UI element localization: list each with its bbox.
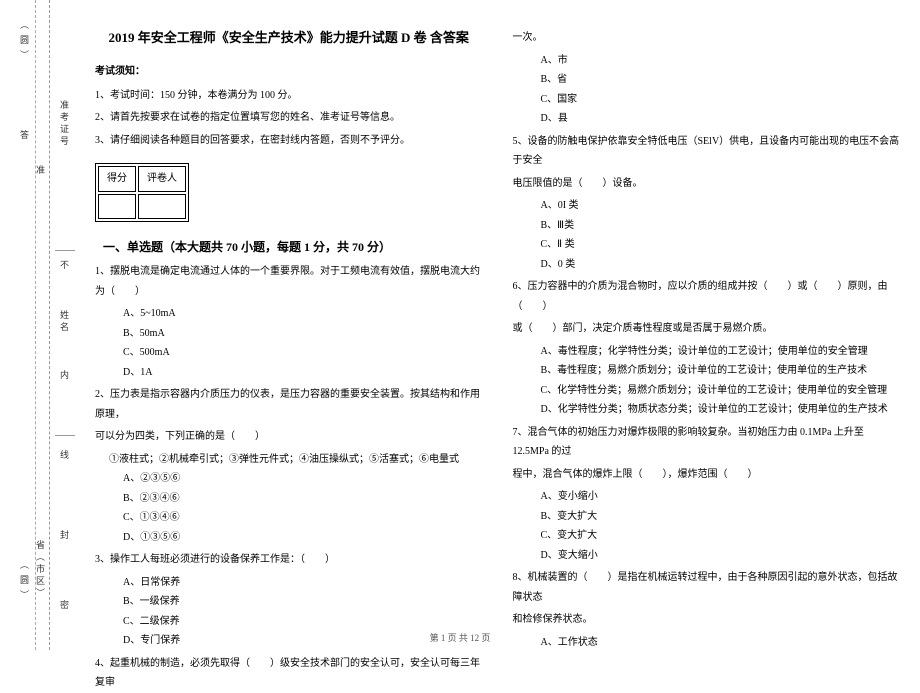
q1-opt-a: A、5~10mA [123,304,483,324]
q4-stem: 4、起重机械的制造，必须先取得（ ）级安全技术部门的安全认可，安全认可每三年复审 [95,654,483,693]
q6-opt-c: C、化学特性分类；易燃介质划分；设计单位的工艺设计；使用单位的安全管理 [541,381,901,401]
page-footer: 第 1 页 共 12 页 [0,631,920,644]
q2-opt-c: C、①③④⑥ [123,508,483,528]
side-line-char: 线 [58,450,71,462]
q4-opt-b: B、省 [541,70,901,90]
side-label-column: 准考证号 不 姓名 内 线 封 密 省（市区） 准 [50,0,80,650]
q7-stem: 7、混合气体的初始压力对爆炸极限的影响较复杂。当初始压力由 0.1MPa 上升至… [513,423,901,462]
q3-opt-a: A、日常保养 [123,573,483,593]
q2-stem: 2、压力表是指示容器内介质压力的仪表，是压力容器的重要安全装置。按其结构和作用原… [95,385,483,424]
q4-opt-d: D、县 [541,109,901,129]
q5-stem: 5、设备的防触电保护依靠安全特低电压（SElV）供电，且设备内可能出现的电压不会… [513,132,901,171]
q7-opt-d: D、变大缩小 [541,546,901,566]
q5-opt-b: B、Ⅲ类 [541,216,901,236]
binding-circle-top: （圆） [18,20,31,65]
side-exam-no: 准考证号 [58,100,71,148]
side-inner: 内 [58,370,71,382]
side-province: 省（市区） [34,540,47,600]
side-prefix: 准 [34,165,47,177]
score-table: 得分 评卷人 [95,163,189,222]
notice-heading: 考试须知： [95,62,483,82]
q3-opt-c: C、二级保养 [123,612,483,632]
q2-opt-a: A、②③⑤⑥ [123,469,483,489]
score-header-grader: 评卷人 [138,166,186,192]
q5-opt-a: A、0I 类 [541,196,901,216]
notice-line-1: 1、考试时间：150 分钟，本卷满分为 100 分。 [95,86,483,106]
q8-stem: 8、机械装置的（ ）是指在机械运转过程中，由于各种原因引起的意外状态，包括故障状… [513,568,901,607]
score-cell-empty-2 [138,194,186,220]
q8-stem2: 和检修保养状态。 [513,610,901,630]
binding-label-answer: 答 [18,130,31,145]
q6-opt-a: A、毒性程度；化学特性分类；设计单位的工艺设计；使用单位的安全管理 [541,342,901,362]
q7-opt-a: A、变小缩小 [541,487,901,507]
q4-opt-a: A、市 [541,51,901,71]
q1-opt-b: B、50mA [123,324,483,344]
q2-stem2: 可以分为四类，下列正确的是（ ） [95,427,483,447]
content-area: 2019 年安全工程师《安全生产技术》能力提升试题 D 卷 含答案 考试须知： … [80,0,920,650]
q2-options-line: ①液柱式；②机械牵引式；③弹性元件式；④油压操纵式；⑤活塞式；⑥电量式 [109,450,483,470]
left-column: 2019 年安全工程师《安全生产技术》能力提升试题 D 卷 含答案 考试须知： … [95,25,483,630]
q1-opt-d: D、1A [123,363,483,383]
side-not: 不 [58,260,71,272]
q4-opt-c: C、国家 [541,90,901,110]
q7-opt-c: C、变大扩大 [541,526,901,546]
side-secret: 密 [58,600,71,612]
q5-opt-d: D、0 类 [541,255,901,275]
q6-stem: 6、压力容器中的介质为混合物时，应以介质的组成并按（ ）或（ ）原则，由（ ） [513,277,901,316]
q3-stem: 3、操作工人每班必须进行的设备保养工作是：（ ） [95,550,483,570]
q3-opt-b: B、一级保养 [123,592,483,612]
side-seal: 封 [58,530,71,542]
exam-title: 2019 年安全工程师《安全生产技术》能力提升试题 D 卷 含答案 [95,25,483,50]
q6-opt-d: D、化学特性分类；物质状态分类；设计单位的工艺设计；使用单位的生产技术 [541,400,901,420]
binding-circle-bottom: （圆） [18,560,31,605]
score-header-score: 得分 [98,166,136,192]
q5-stem2: 电压限值的是（ ）设备。 [513,174,901,194]
q4-cont: 一次。 [513,28,901,48]
q6-opt-b: B、毒性程度；易燃介质划分；设计单位的工艺设计；使用单位的生产技术 [541,361,901,381]
q2-opt-d: D、①③⑤⑥ [123,528,483,548]
q7-stem2: 程中，混合气体的爆炸上限（ ），爆炸范围（ ） [513,465,901,485]
notice-line-2: 2、请首先按要求在试卷的指定位置填写您的姓名、准考证号等信息。 [95,108,483,128]
score-cell-empty-1 [98,194,136,220]
q1-stem: 1、摆脱电流是确定电流通过人体的一个重要界限。对于工频电流有效值，摆脱电流大约为… [95,262,483,301]
side-underline-1 [55,250,75,251]
q7-opt-b: B、变大扩大 [541,507,901,527]
q1-opt-c: C、500mA [123,343,483,363]
notice-line-3: 3、请仔细阅读各种题目的回答要求，在密封线内答题，否则不予评分。 [95,131,483,151]
q5-opt-c: C、Ⅱ 类 [541,235,901,255]
q6-stem2: 或（ ）部门，决定介质毒性程度或是否属于易燃介质。 [513,319,901,339]
part1-title: 一、单选题（本大题共 70 小题，每题 1 分，共 70 分） [103,236,391,259]
q2-opt-b: B、②③④⑥ [123,489,483,509]
side-underline-2 [55,435,75,436]
right-column: 一次。 A、市 B、省 C、国家 D、县 5、设备的防触电保护依靠安全特低电压（… [513,25,901,630]
side-name: 姓名 [58,310,71,334]
